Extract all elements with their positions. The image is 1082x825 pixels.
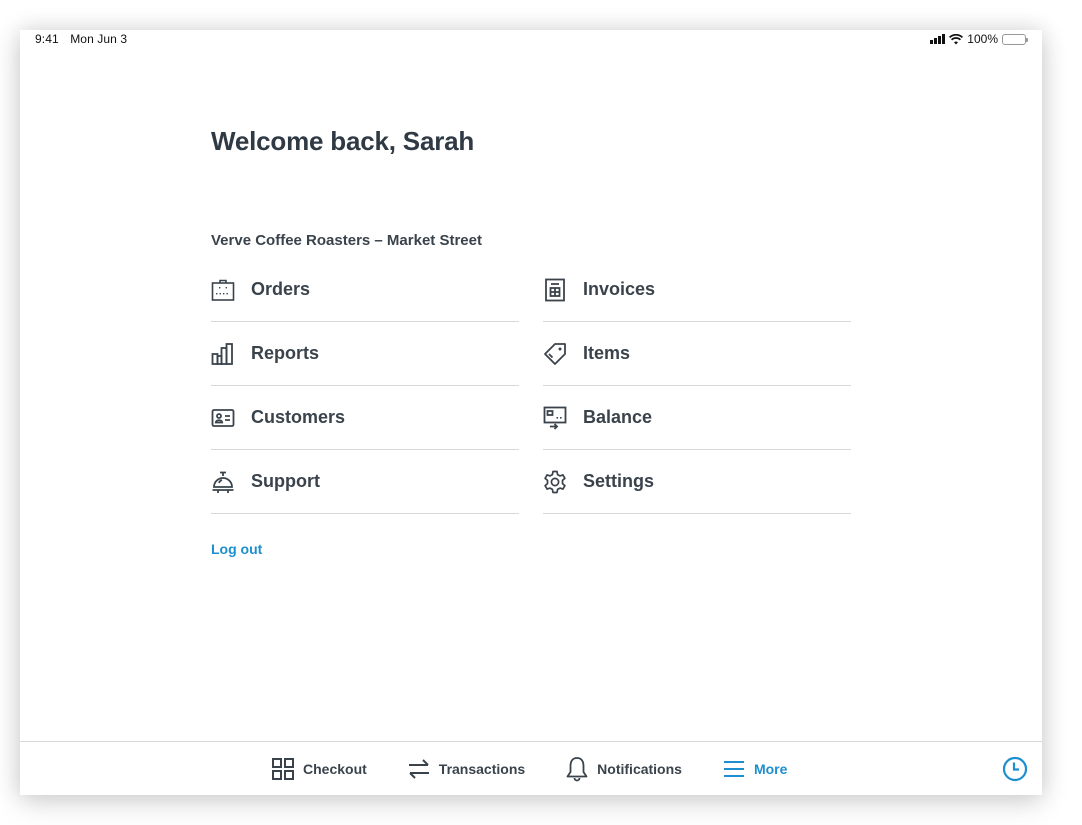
menu-item-label: Balance [583, 407, 653, 427]
page-title: Welcome back, Sarah [211, 126, 475, 156]
tab-label: Transactions [438, 761, 526, 777]
tab-transactions[interactable]: Transactions [408, 758, 525, 780]
battery-percent: 100% [967, 32, 998, 46]
tab-list: Checkout Transactions Notifications More [272, 742, 787, 796]
menu-item-reports[interactable]: Reports [211, 322, 519, 386]
bottom-tab-bar: Checkout Transactions Notifications More [20, 741, 1042, 795]
menu-item-label: Orders [251, 279, 311, 299]
screen-background: 9:41 Mon Jun 3 100% Welcome back, Sarah … [0, 0, 1082, 825]
clock-icon [1002, 756, 1028, 782]
clock-in-button[interactable] [1002, 756, 1028, 782]
tab-label: More [753, 761, 788, 777]
status-indicators: 100% [930, 32, 1028, 46]
menu-item-invoices[interactable]: Invoices [543, 258, 851, 322]
balance-transfer-icon [543, 406, 567, 430]
grid-icon [272, 758, 294, 780]
menu-item-label: Customers [251, 407, 346, 427]
logout-link[interactable]: Log out [211, 541, 262, 557]
tab-checkout[interactable]: Checkout [272, 758, 367, 780]
contact-card-icon [211, 408, 235, 427]
status-bar: 9:41 Mon Jun 3 100% [20, 30, 1042, 50]
menu-item-label: Settings [583, 471, 655, 491]
menu-item-orders[interactable]: Orders [211, 258, 519, 322]
tab-more[interactable]: More [723, 760, 787, 778]
cellular-signal-icon [930, 34, 946, 44]
menu-item-label: Support [251, 471, 320, 491]
tab-notifications[interactable]: Notifications [566, 756, 682, 782]
status-time: 9:41 [35, 32, 59, 46]
battery-icon [1002, 33, 1028, 45]
wifi-icon [949, 33, 964, 44]
gear-icon [544, 470, 566, 493]
more-menu: Orders Invoices Reports Items Customers … [211, 258, 851, 514]
bar-chart-icon [211, 342, 233, 365]
menu-item-items[interactable]: Items [543, 322, 851, 386]
status-date: Mon Jun 3 [70, 32, 128, 46]
status-time-date: 9:41 Mon Jun 3 [35, 32, 127, 46]
menu-item-support[interactable]: Support [211, 450, 519, 514]
menu-item-label: Reports [251, 343, 320, 363]
location-name: Verve Coffee Roasters – Market Street [211, 232, 482, 249]
tag-icon [544, 342, 566, 365]
service-bell-icon [212, 471, 234, 493]
hamburger-menu-icon [723, 761, 744, 777]
menu-item-customers[interactable]: Customers [211, 386, 519, 450]
menu-item-label: Invoices [583, 279, 656, 299]
menu-item-balance[interactable]: Balance [543, 386, 851, 450]
tab-label: Notifications [597, 761, 682, 777]
shopping-bag-icon [211, 279, 235, 301]
ipad-screen: 9:41 Mon Jun 3 100% Welcome back, Sarah … [20, 30, 1042, 795]
tab-label: Checkout [303, 761, 367, 777]
invoice-icon [545, 278, 565, 301]
menu-item-label: Items [583, 343, 631, 363]
swap-arrows-icon [408, 759, 429, 779]
menu-item-settings[interactable]: Settings [543, 450, 851, 514]
bell-icon [566, 757, 588, 782]
